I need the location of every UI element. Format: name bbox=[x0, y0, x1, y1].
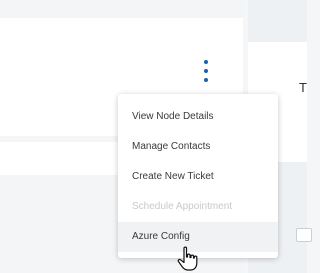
hand-cursor-icon bbox=[177, 246, 198, 271]
kebab-dot bbox=[204, 69, 208, 73]
menu-item-manage-contacts[interactable]: Manage Contacts bbox=[118, 132, 278, 162]
menu-item-schedule-appointment: Schedule Appointment bbox=[132, 201, 233, 212]
kebab-dot bbox=[204, 60, 208, 64]
menu-item-view-node-details[interactable]: View Node Details bbox=[118, 102, 278, 132]
right-panel-control bbox=[296, 228, 312, 242]
kebab-dot bbox=[204, 78, 208, 82]
menu-item-create-new-ticket[interactable]: Create New Ticket bbox=[118, 162, 278, 192]
context-menu: View Node Details Manage Contacts Create… bbox=[118, 94, 278, 258]
right-panel-heading: T bbox=[299, 80, 307, 95]
kebab-menu-icon[interactable] bbox=[199, 60, 213, 82]
